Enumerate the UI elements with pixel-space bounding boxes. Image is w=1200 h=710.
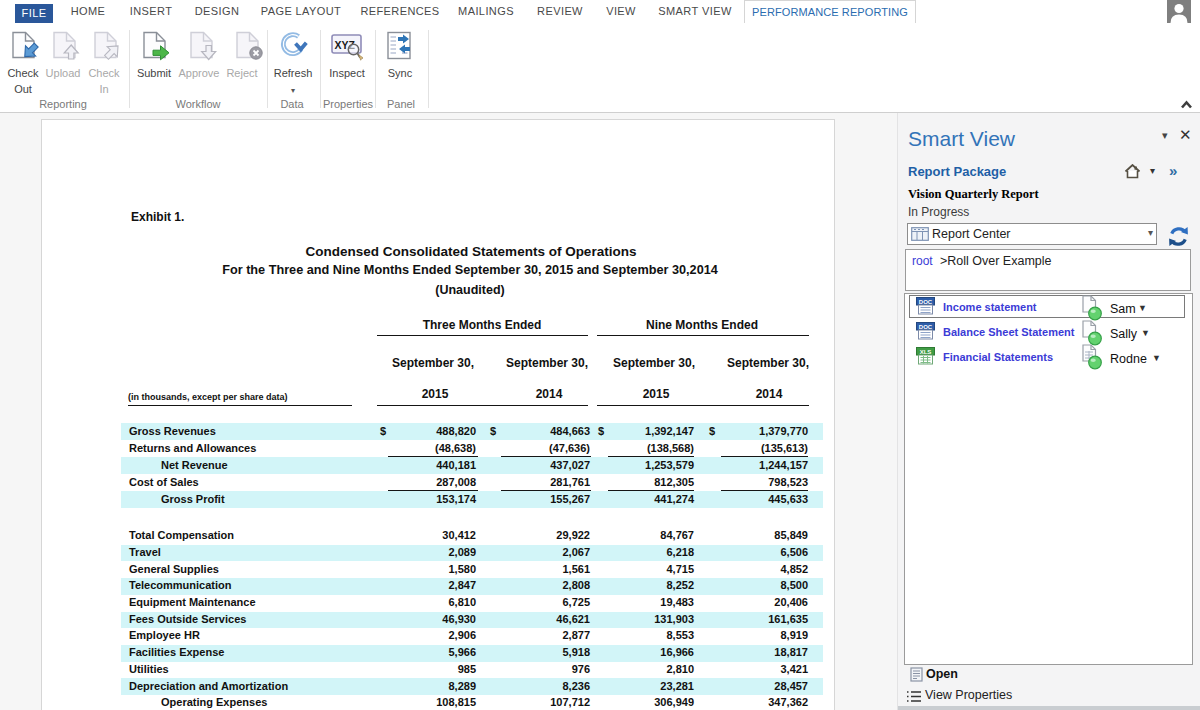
svg-text:XLS: XLS [920, 349, 932, 355]
svg-text:DOC: DOC [919, 324, 933, 330]
svg-text:DOC: DOC [919, 299, 933, 305]
